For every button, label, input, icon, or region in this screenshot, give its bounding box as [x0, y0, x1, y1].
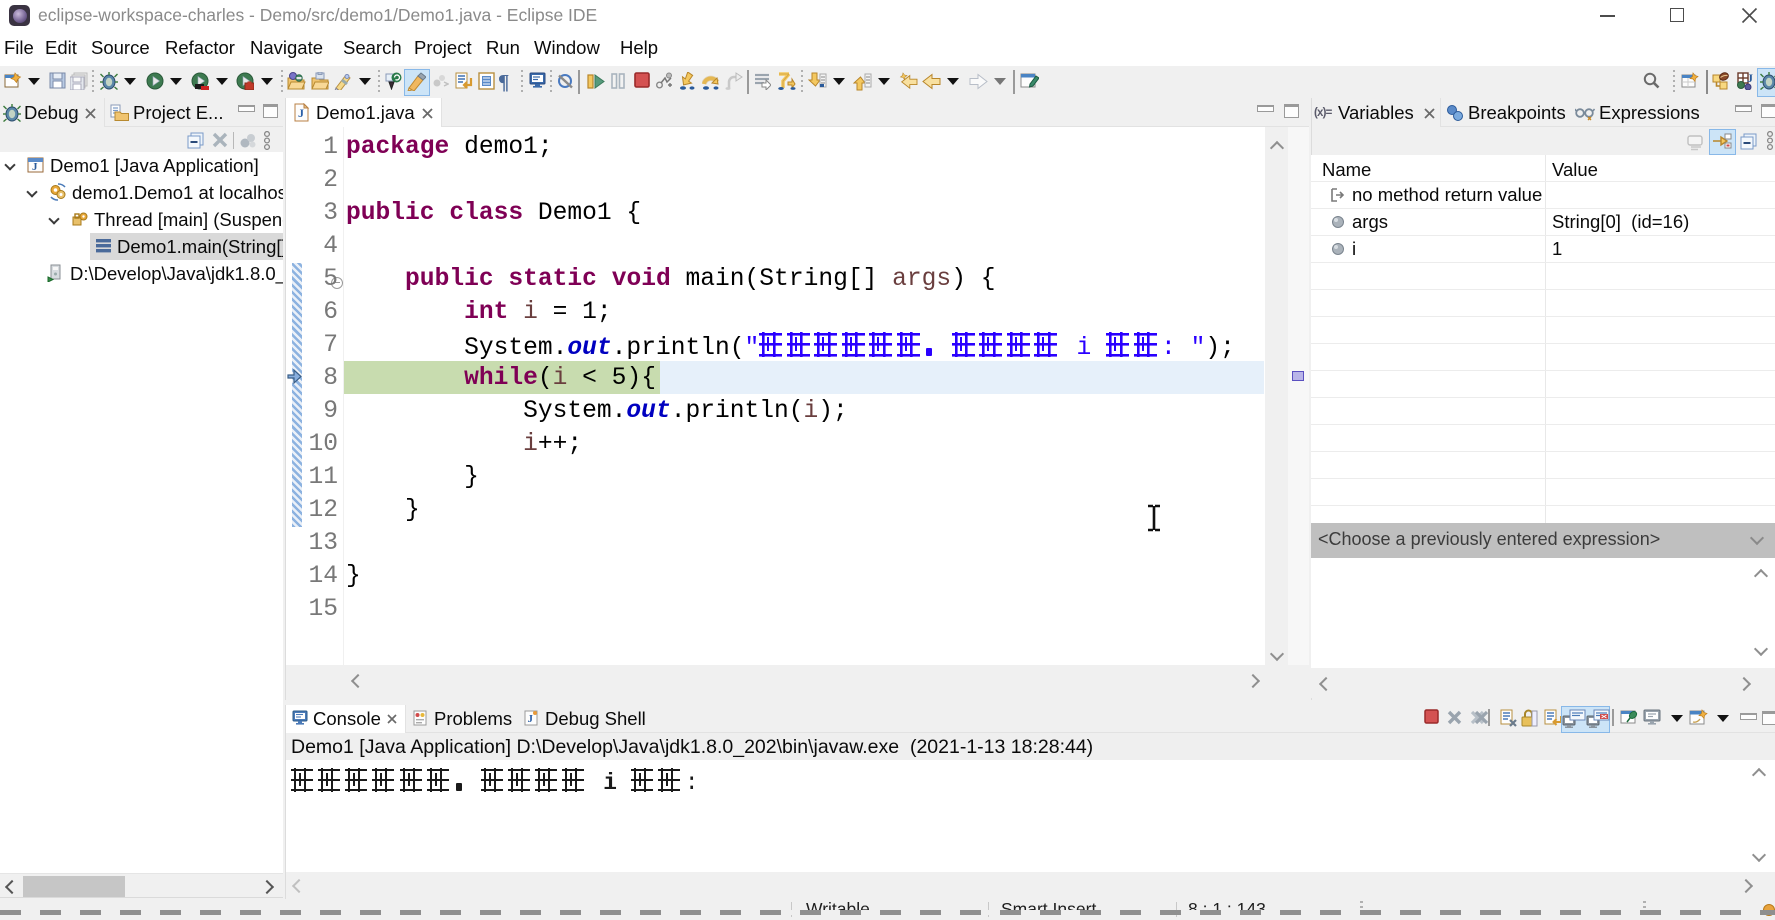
svg-text:J: J — [528, 713, 534, 725]
svg-text:J: J — [1747, 72, 1753, 85]
svg-text:J: J — [32, 161, 38, 173]
svg-text:J: J — [298, 106, 304, 120]
